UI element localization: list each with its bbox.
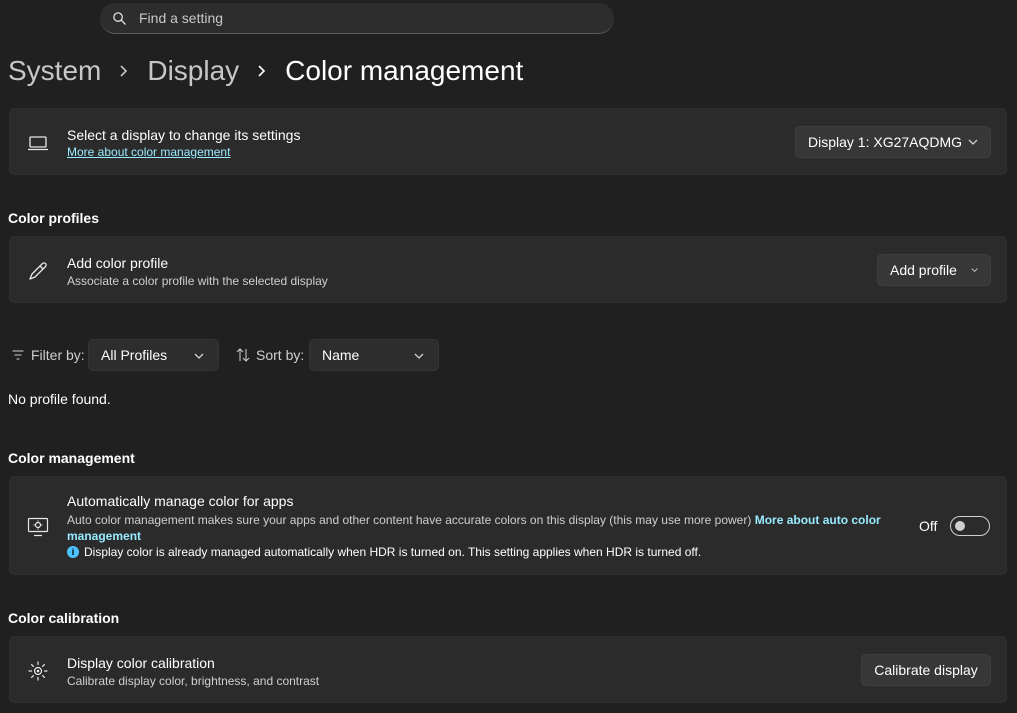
auto-color-toggle[interactable] <box>950 516 990 536</box>
laptop-icon <box>28 136 48 151</box>
search-input[interactable] <box>139 3 599 33</box>
filter-dropdown[interactable]: All Profiles <box>88 339 219 371</box>
eyedropper-icon <box>29 262 47 280</box>
breadcrumb-system[interactable]: System <box>8 55 101 87</box>
more-about-color-management-link[interactable]: More about color management <box>67 145 230 159</box>
auto-color-title: Automatically manage color for apps <box>67 493 294 509</box>
search-box[interactable] <box>100 3 614 34</box>
color-management-heading: Color management <box>8 450 135 466</box>
sort-icon <box>236 348 250 362</box>
hdr-info-note: i Display color is already managed autom… <box>67 545 701 559</box>
display-dropdown-value: Display 1: XG27AQDMG <box>808 134 963 150</box>
add-profile-label: Add profile <box>890 262 957 278</box>
color-manage-icon <box>27 517 49 537</box>
auto-color-description: Auto color management makes sure your ap… <box>67 512 907 544</box>
color-calibration-card: Display color calibration Calibrate disp… <box>9 636 1007 703</box>
color-calibration-heading: Color calibration <box>8 610 120 626</box>
display-dropdown[interactable]: Display 1: XG27AQDMG <box>795 126 991 158</box>
add-profile-button[interactable]: Add profile <box>877 254 991 286</box>
auto-color-subtitle: Auto color management makes sure your ap… <box>67 513 752 527</box>
color-calibration-title: Display color calibration <box>67 655 215 671</box>
chevron-right-icon <box>258 65 266 77</box>
chevron-down-icon <box>968 139 978 145</box>
search-icon <box>113 12 126 25</box>
filter-label: Filter by: <box>31 347 85 363</box>
toggle-state-label: Off <box>919 518 938 534</box>
breadcrumb-display[interactable]: Display <box>147 55 239 87</box>
page-title: Color management <box>285 55 524 86</box>
add-color-profile-subtitle: Associate a color profile with the selec… <box>67 274 328 288</box>
filter-dropdown-value: All Profiles <box>101 347 168 363</box>
hdr-info-text: Display color is already managed automat… <box>84 545 702 559</box>
chevron-right-icon <box>120 65 128 77</box>
filter-icon <box>12 350 24 360</box>
brightness-icon <box>28 661 48 681</box>
chevron-down-icon <box>414 353 424 359</box>
color-profiles-heading: Color profiles <box>8 210 100 226</box>
color-calibration-subtitle: Calibrate display color, brightness, and… <box>67 674 320 688</box>
sort-dropdown-value: Name <box>322 347 360 363</box>
chevron-down-icon <box>194 353 204 359</box>
chevron-down-icon <box>971 268 978 273</box>
display-select-card: Select a display to change its settings … <box>9 108 1007 175</box>
calibrate-display-button[interactable]: Calibrate display <box>861 654 991 686</box>
info-icon: i <box>67 546 79 558</box>
add-color-profile-card: Add color profile Associate a color prof… <box>9 236 1007 303</box>
breadcrumb: System Display Color management <box>8 52 523 90</box>
toggle-knob <box>955 521 965 531</box>
add-color-profile-title: Add color profile <box>67 255 169 271</box>
display-select-title: Select a display to change its settings <box>67 127 301 143</box>
sort-dropdown[interactable]: Name <box>309 339 439 371</box>
sort-label: Sort by: <box>256 347 305 363</box>
no-profile-message: No profile found. <box>8 391 111 407</box>
calibrate-display-label: Calibrate display <box>874 662 978 678</box>
